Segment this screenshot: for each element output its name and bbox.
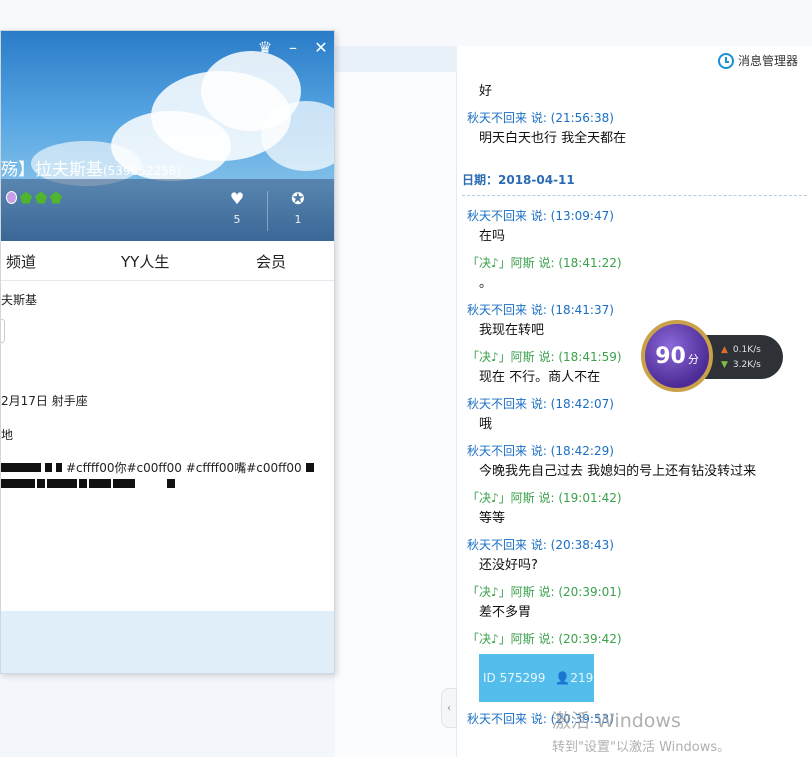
redacted-block (37, 479, 45, 488)
award-icon: ✪ (291, 189, 305, 208)
badge-row (6, 191, 62, 204)
arrow-up-icon: ▲ (721, 345, 728, 355)
likes-stat[interactable]: ♥ 5 (222, 189, 252, 226)
redacted-block (1, 463, 41, 472)
message-text: 等等 (479, 511, 506, 526)
message-sender[interactable]: 秋天不回来 说: (18:42:07) (462, 393, 807, 415)
message-sender[interactable]: 秋天不回来 说: (21:56:38) (462, 107, 807, 129)
arrow-down-icon: ▼ (721, 360, 728, 370)
close-icon[interactable]: ✕ (314, 38, 328, 57)
speed-widget[interactable]: 90 分 ▲ 0.1K/s ▼ 3.2K/s (641, 320, 784, 392)
info-nickname: 夫斯基 (1, 293, 38, 307)
message-sender[interactable]: 「决♪」阿斯 说: (20:39:42) (462, 628, 807, 650)
message-sender[interactable]: 「决♪」阿斯 说: (20:39:01) (462, 581, 807, 603)
redacted-block (113, 479, 135, 488)
channel-id: ID 575299 (483, 671, 546, 685)
level-leaf-icon[interactable] (50, 191, 62, 204)
skin-icon[interactable]: ♛ (258, 38, 272, 57)
redacted-block (167, 479, 175, 488)
chat-left-column (335, 46, 457, 757)
message-text: 差不多胃 (479, 605, 532, 620)
message-sender[interactable]: 秋天不回来 说: (18:41:37) (462, 299, 807, 321)
redacted-block (1, 479, 35, 488)
awards-count: 1 (294, 213, 302, 226)
activation-watermark: 激活 Windows 转到"设置"以激活 Windows。 (552, 706, 730, 755)
watermark-subtitle: 转到"设置"以激活 Windows。 (552, 740, 731, 755)
download-speed: ▼ 3.2K/s (721, 360, 761, 370)
info-location: 地 (1, 428, 14, 442)
tab-channel[interactable]: 频道 (6, 251, 36, 272)
redacted-block (89, 479, 111, 488)
user-id: (539852258) (103, 164, 182, 178)
tab-yy-life[interactable]: YY人生 (121, 251, 169, 272)
level-leaf-icon[interactable] (35, 191, 47, 204)
speed-score: 90 (655, 343, 686, 369)
profile-tabs: 频道 YY人生 会员 (1, 241, 334, 281)
column-header-stripe (335, 46, 457, 72)
message-text: 在吗 (479, 229, 506, 244)
message-sender[interactable]: 「决♪」阿斯 说: (18:41:22) (462, 252, 807, 274)
message-manager-label: 消息管理器 (737, 54, 798, 68)
level-leaf-icon[interactable] (20, 191, 32, 204)
redacted-block (305, 463, 314, 472)
member-count: 👤219 (555, 671, 594, 685)
message-text: 好 (479, 84, 493, 99)
signature-text: #cffff00你#c00ff00 #cffff00嘴#c00ff00 (66, 461, 302, 475)
watermark-title: 激活 Windows (552, 710, 681, 732)
collapse-handle[interactable]: ‹ (441, 688, 457, 728)
message-list: 好 秋天不回来 说: (21:56:38) 明天白天也行 我全天都在 日期：20… (462, 82, 807, 730)
tab-member[interactable]: 会员 (256, 251, 286, 272)
date-separator: 日期：2018-04-11 (462, 168, 807, 196)
likes-count: 5 (233, 213, 241, 226)
redacted-block (56, 463, 62, 472)
message-sender[interactable]: 秋天不回来 说: (18:42:29) (462, 440, 807, 462)
clock-icon (717, 52, 734, 69)
profile-card: ♛ – ✕ 殇】拉夫斯基(539852258) ♥ 5 ✪ 1 频道 YY人生 … (0, 30, 335, 674)
redacted-block (45, 463, 52, 472)
profile-footer (1, 611, 334, 673)
message-text: 还没好吗? (479, 558, 538, 573)
upload-speed: ▲ 0.1K/s (721, 345, 761, 355)
chevron-left-icon: ‹ (447, 702, 451, 714)
channel-card[interactable]: ID 575299 👤219 (479, 654, 594, 702)
message-text: 今晚我先自己过去 我媳妇的号上还有钻没转过来 (479, 464, 757, 479)
window-controls: ♛ – ✕ (258, 38, 328, 57)
vip-badge-icon[interactable] (6, 191, 17, 204)
redacted-block (79, 479, 87, 488)
awards-stat[interactable]: ✪ 1 (283, 189, 313, 226)
info-field-box (1, 319, 5, 343)
info-signature: #cffff00你#c00ff00 #cffff00嘴#c00ff00 (1, 459, 314, 476)
speed-unit: 分 (687, 353, 699, 366)
info-signature-line-2 (1, 479, 175, 488)
person-icon: 👤 (555, 671, 571, 685)
message-sender[interactable]: 秋天不回来 说: (20:38:43) (462, 534, 807, 556)
info-birthday: 2月17日 射手座 (1, 394, 88, 408)
minimize-icon[interactable]: – (286, 38, 300, 57)
message-text: 。 (479, 276, 493, 291)
redacted-block (47, 479, 77, 488)
display-name: 殇】拉夫斯基(539852258) (1, 160, 182, 180)
profile-banner: ♛ – ✕ 殇】拉夫斯基(539852258) ♥ 5 ✪ 1 (1, 31, 334, 241)
message-text: 明天白天也行 我全天都在 (479, 131, 627, 146)
message-manager-button[interactable]: 消息管理器 (717, 52, 798, 69)
heart-icon: ♥ (229, 189, 245, 208)
stat-divider (267, 191, 268, 231)
message-sender[interactable]: 「决♪」阿斯 说: (19:01:42) (462, 487, 807, 509)
speed-score-ball: 90 分 (641, 320, 713, 392)
message-sender[interactable]: 秋天不回来 说: (13:09:47) (462, 205, 807, 227)
message-text: 哦 (479, 417, 493, 432)
